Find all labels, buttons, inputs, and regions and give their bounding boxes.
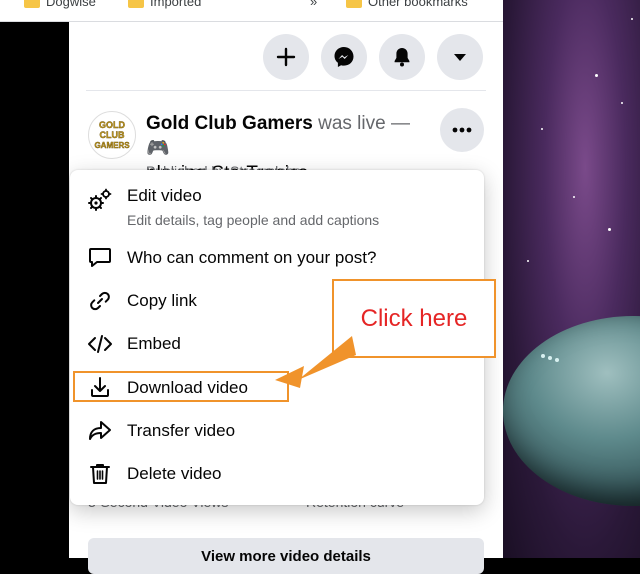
callout-text: Click here: [360, 304, 468, 332]
comment-icon: [86, 244, 114, 272]
overflow-chevron-icon: »: [310, 0, 318, 9]
menu-item-transfer-video[interactable]: Transfer video: [70, 415, 484, 449]
code-icon: [86, 330, 114, 358]
menu-item-who-can-comment[interactable]: Who can comment on your post?: [70, 242, 484, 276]
messenger-button[interactable]: [321, 34, 367, 80]
left-background: [0, 0, 69, 558]
gold-club-gamers-logo: GOLD CLUB GAMERS: [94, 120, 130, 150]
more-horizontal-icon: [452, 127, 472, 133]
svg-text:CLUB: CLUB: [100, 130, 125, 140]
messenger-icon: [334, 47, 354, 67]
star: [573, 196, 575, 198]
bookmark-dogwise[interactable]: Dogwise: [24, 0, 96, 9]
caret-down-icon: [454, 54, 466, 61]
gear-icon: [86, 186, 114, 214]
menu-item-label: Delete video: [127, 464, 222, 483]
star: [541, 128, 543, 130]
ufo-light: [555, 358, 559, 362]
folder-icon: [346, 0, 362, 8]
folder-icon: [128, 0, 144, 8]
trash-icon: [86, 460, 114, 488]
menu-item-edit-video[interactable]: Edit video Edit details, tag people and …: [70, 180, 484, 234]
star: [595, 74, 598, 77]
avatar[interactable]: GOLD CLUB GAMERS: [88, 111, 136, 159]
account-menu-button[interactable]: [437, 34, 483, 80]
notifications-button[interactable]: [379, 34, 425, 80]
menu-item-label: Who can comment on your post?: [127, 248, 377, 267]
more-options-button[interactable]: [440, 108, 484, 152]
desktop-wallpaper: [503, 0, 640, 558]
ufo-light: [541, 354, 545, 358]
menu-item-label: Embed: [127, 334, 181, 353]
menu-item-delete-video[interactable]: Delete video: [70, 458, 484, 492]
folder-icon: [24, 0, 40, 8]
bookmark-label: Other bookmarks: [368, 0, 468, 9]
menu-item-label: Transfer video: [127, 421, 236, 440]
svg-text:GOLD: GOLD: [99, 120, 125, 130]
view-more-label: View more video details: [201, 547, 371, 565]
star: [527, 260, 529, 262]
bookmark-imported[interactable]: Imported: [128, 0, 201, 9]
menu-item-description: Edit details, tag people and add caption…: [127, 212, 380, 228]
download-highlight-box: [73, 371, 289, 402]
view-more-details-button[interactable]: View more video details: [88, 538, 484, 574]
ufo-light: [548, 356, 552, 360]
bookmarks-bar: Dogwise Imported » Other bookmarks: [0, 0, 503, 22]
star: [608, 228, 611, 231]
star: [621, 102, 623, 104]
menu-item-label: Edit video: [127, 186, 202, 205]
svg-text:GAMERS: GAMERS: [94, 141, 130, 150]
menu-item-label: Copy link: [127, 291, 197, 310]
top-navigation: [69, 22, 503, 90]
bookmark-label: Imported: [150, 0, 202, 9]
ufo-image: [503, 316, 640, 506]
bookmarks-overflow-button[interactable]: »: [310, 0, 317, 9]
bookmark-other[interactable]: Other bookmarks: [346, 0, 468, 9]
bell-icon: [394, 48, 410, 67]
star: [631, 18, 633, 20]
link-icon: [86, 287, 114, 315]
click-here-callout: Click here: [332, 279, 496, 358]
gamepad-icon: 🎮: [146, 138, 170, 159]
plus-icon: [276, 47, 296, 67]
author-name[interactable]: Gold Club Gamers: [146, 113, 313, 134]
bookmark-label: Dogwise: [46, 0, 96, 9]
share-icon: [86, 417, 114, 445]
create-button[interactable]: [263, 34, 309, 80]
live-status: was live —: [312, 113, 410, 134]
